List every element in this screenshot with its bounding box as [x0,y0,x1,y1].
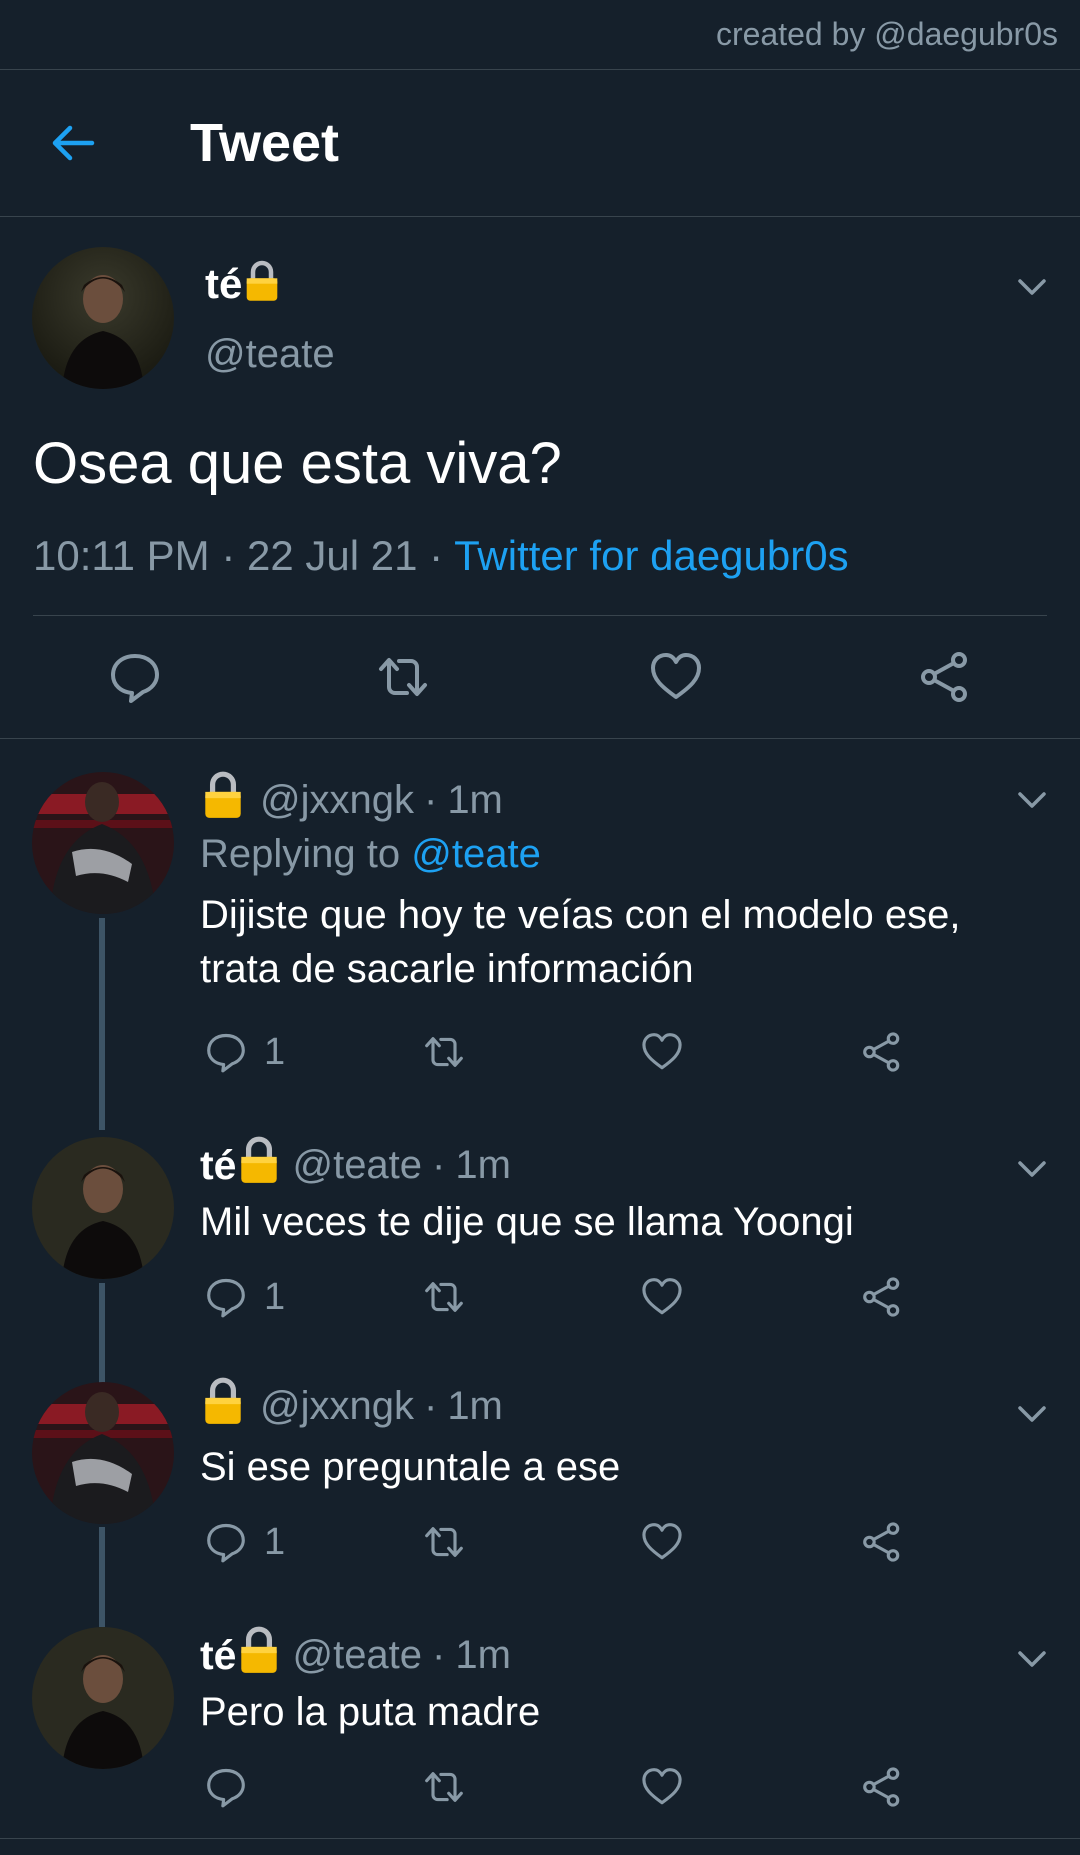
divider [33,615,1047,616]
reply-actions: 1 [200,1275,1080,1325]
reply-tweet[interactable]: té @teate · 1m Mil veces te dije que se … [0,1125,1080,1365]
reply-count: 1 [264,1520,286,1563]
chevron-down-icon[interactable] [1014,269,1050,305]
reply-handle[interactable]: @teate [292,1143,422,1188]
reply-handle[interactable]: @jxxngk [260,778,414,823]
avatar[interactable] [32,772,174,914]
app-bar: Tweet [0,70,1080,217]
reply-tweet[interactable]: @jxxngk · 1m Replying to @teate Dijiste … [0,740,1080,1120]
share-icon[interactable] [860,1520,904,1564]
tweet-meta: 10:11 PM · 22 Jul 21 · Twitter for daegu… [33,532,849,580]
chevron-down-icon[interactable] [1014,1396,1050,1432]
reply-count: 1 [264,1275,286,1318]
divider [0,1838,1080,1839]
avatar[interactable] [32,1627,174,1769]
back-arrow-icon[interactable] [48,119,96,167]
tweet-actions [0,649,1080,709]
meta-dot: · [432,1632,446,1677]
lock-icon [202,1376,244,1436]
chevron-down-icon[interactable] [1014,1641,1050,1677]
lock-icon [244,259,280,308]
avatar[interactable] [32,1382,174,1524]
reply-tweet[interactable]: @jxxngk · 1m Si ese preguntale a ese 1 [0,1370,1080,1610]
share-icon[interactable] [860,1275,904,1319]
watermark-text: created by @daegubr0s [715,16,1058,52]
watermark-bar: created by @daegubr0s [0,0,1080,70]
avatar[interactable] [32,1137,174,1279]
reply-text: Si ese preguntale a ese [200,1445,621,1489]
meta-dot: · [221,532,236,579]
tweet-time: 10:11 PM [33,532,210,579]
meta-dot: · [429,532,444,579]
reply-handle[interactable]: @teate [292,1633,422,1678]
display-name[interactable]: té [205,260,242,308]
reply-icon [207,1033,245,1073]
reply-button[interactable]: 1 [204,1030,285,1074]
main-tweet: té @teate Osea que esta viva? 10:11 PM ·… [0,217,1080,739]
meta-dot: · [423,1383,438,1428]
replying-to: Replying to @teate [200,832,541,877]
avatar[interactable] [32,247,174,389]
reply-text: Pero la puta madre [200,1690,541,1734]
reply-time: 1m [455,1142,511,1187]
like-icon[interactable] [640,1275,684,1319]
like-icon[interactable] [648,649,704,705]
reply-icon[interactable] [204,1765,248,1809]
reply-text: Dijiste que hoy te veías con el modelo e… [200,893,961,991]
tweet-text: Osea que esta viva? [33,431,562,496]
share-icon[interactable] [860,1030,904,1074]
reply-icon [207,1278,245,1318]
tweet-screen: created by @daegubr0s Tweet té @teate Os… [0,0,1080,1855]
retweet-icon[interactable] [375,649,431,705]
share-icon[interactable] [860,1765,904,1809]
reply-icon[interactable] [107,649,163,705]
tweet-source-link[interactable]: Twitter for daegubr0s [454,532,849,579]
reply-button[interactable]: 1 [204,1520,285,1564]
reply-header: @jxxngk · 1m [200,770,503,830]
reply-count: 1 [264,1030,286,1073]
reply-actions [200,1765,1080,1815]
reply-icon [207,1523,245,1563]
chevron-down-icon[interactable] [1014,782,1050,818]
reply-time: 1m [447,1383,503,1428]
share-icon[interactable] [917,649,973,705]
mention-link[interactable]: @teate [411,832,541,876]
replying-prefix: Replying to [200,832,401,876]
retweet-icon[interactable] [422,1765,466,1809]
reply-tweet[interactable]: té @teate · 1m Pero la puta madre [0,1615,1080,1840]
reply-header: @jxxngk · 1m [200,1376,503,1436]
lock-icon [238,1625,280,1685]
chevron-down-icon[interactable] [1014,1151,1050,1187]
reply-actions: 1 [200,1030,1080,1080]
page-title: Tweet [190,113,340,173]
like-icon[interactable] [640,1765,684,1809]
author-name-row: té [205,259,280,308]
reply-button[interactable]: 1 [204,1275,285,1319]
handle[interactable]: @teate [205,332,335,377]
meta-dot: · [423,777,438,822]
tweet-date: 22 Jul 21 [247,532,418,579]
reply-time: 1m [455,1632,511,1677]
reply-actions: 1 [200,1520,1080,1570]
reply-handle[interactable]: @jxxngk [260,1384,414,1429]
lock-icon [202,770,244,830]
reply-time: 1m [447,777,503,822]
reply-display-name[interactable]: té [200,1632,236,1679]
retweet-icon[interactable] [422,1030,466,1074]
reply-header: té @teate · 1m [200,1625,511,1685]
reply-text: Mil veces te dije que se llama Yoongi [200,1200,854,1244]
like-icon[interactable] [640,1030,684,1074]
lock-icon [238,1135,280,1195]
like-icon[interactable] [640,1520,684,1564]
retweet-icon[interactable] [422,1520,466,1564]
meta-dot: · [432,1142,446,1187]
reply-display-name[interactable]: té [200,1142,236,1189]
retweet-icon[interactable] [422,1275,466,1319]
reply-header: té @teate · 1m [200,1135,511,1195]
